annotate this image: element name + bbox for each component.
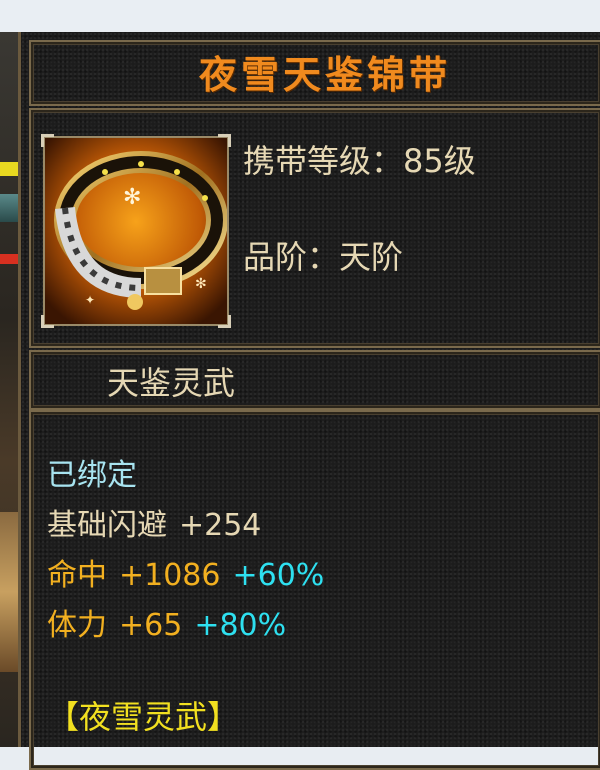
stat-dodge-value: +254 [179, 508, 262, 543]
corner-tl [41, 134, 54, 147]
cropped-text-fragment: · [40, 0, 51, 18]
game-scene-edge [0, 32, 18, 747]
item-icon-slot[interactable]: ✻ ✻ ✦ [41, 134, 231, 328]
stat-dodge-label: 基础闪避 [47, 508, 167, 543]
series-name: 天鉴灵武 [107, 364, 236, 402]
stat-hit-bonus: +60% [232, 558, 325, 593]
browser-top-strip: · [0, 0, 600, 32]
carry-level-text: 携带等级：85级 [243, 142, 476, 180]
svg-text:✻: ✻ [195, 276, 207, 292]
stat-stamina-value: +65 [119, 608, 183, 643]
svg-text:✦: ✦ [85, 293, 95, 307]
scene-yellow-bar [0, 162, 18, 176]
jeweled-belt-icon: ✻ ✻ ✦ [45, 138, 228, 324]
corner-tr [218, 134, 231, 147]
set-name: 【夜雪灵武】 [47, 698, 240, 736]
stat-stamina-label: 体力 [47, 608, 107, 643]
stat-stamina-bonus: +80% [194, 608, 287, 643]
stat-hit: 命中 +1086 +60% [47, 550, 336, 594]
scene-teal-strip [0, 194, 18, 222]
item-tooltip-panel: 夜雪天鉴锦带 ✻ ✻ ✦ 携带等级：85级 品阶：天阶 天鉴灵武 已绑定 基础闪… [18, 32, 600, 770]
scene-golden-ornament [0, 512, 18, 672]
stat-dodge: 基础闪避 +254 [47, 500, 273, 544]
corner-bl [41, 315, 54, 328]
stat-stamina: 体力 +65 +80% [47, 600, 298, 644]
corner-br [218, 315, 231, 328]
scene-red-bar [0, 254, 18, 264]
grade-text: 品阶：天阶 [243, 238, 404, 276]
bound-status: 已绑定 [47, 458, 137, 493]
svg-text:✻: ✻ [123, 185, 141, 210]
stat-hit-value: +1086 [119, 558, 221, 593]
stat-hit-label: 命中 [47, 558, 107, 593]
item-name: 夜雪天鉴锦带 [199, 52, 452, 97]
